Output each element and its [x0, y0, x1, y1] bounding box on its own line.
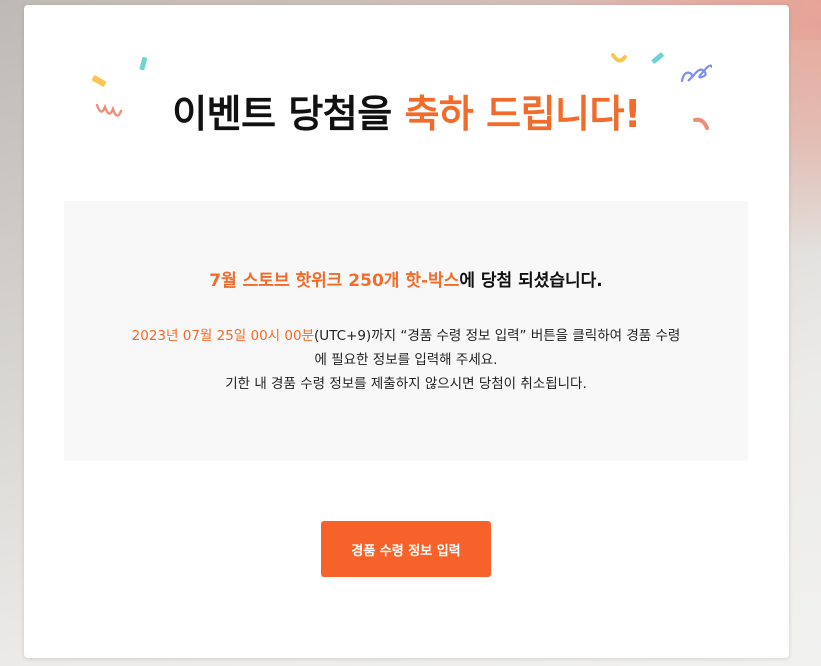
instruction-line-1-rest: (UTC+9)까지 “경품 수령 정보 입력” 버튼을 클릭하여 경품 수령	[314, 328, 681, 344]
instruction-line-1: 2023년 07월 25일 00시 00분(UTC+9)까지 “경품 수령 정보…	[64, 324, 748, 348]
confetti-teal-left-icon	[139, 56, 148, 71]
prize-name: 7월 스토브 핫위크 250개 핫-박스	[209, 271, 460, 291]
submit-prize-info-button[interactable]: 경품 수령 정보 입력	[321, 521, 491, 577]
page-title: 이벤트 당첨을 축하 드립니다!	[24, 83, 789, 138]
prize-message: 7월 스토브 핫위크 250개 핫-박스에 당첨 되셨습니다.	[64, 266, 748, 291]
instruction-line-3: 기한 내 경품 수령 정보를 제출하지 않으시면 당첨이 취소됩니다.	[225, 376, 587, 392]
instruction-line-2: 에 필요한 정보를 입력해 주세요.	[314, 352, 498, 368]
confetti-teal-right-icon	[651, 52, 664, 64]
prize-suffix: 에 당첨 되셨습니다.	[459, 271, 603, 291]
confetti-yellow-right-icon	[611, 53, 627, 63]
instruction-text: 2023년 07월 25일 00시 00분(UTC+9)까지 “경품 수령 정보…	[64, 324, 748, 396]
title-main: 이벤트 당첨을	[172, 92, 405, 136]
notice-box: 7월 스토브 핫위크 250개 핫-박스에 당첨 되셨습니다. 2023년 07…	[64, 201, 748, 461]
deadline-text: 2023년 07월 25일 00시 00분	[131, 328, 314, 344]
title-accent: 축하 드립니다!	[404, 92, 641, 136]
event-winner-card: 이벤트 당첨을 축하 드립니다! 7월 스토브 핫위크 250개 핫-박스에 당…	[24, 5, 789, 658]
